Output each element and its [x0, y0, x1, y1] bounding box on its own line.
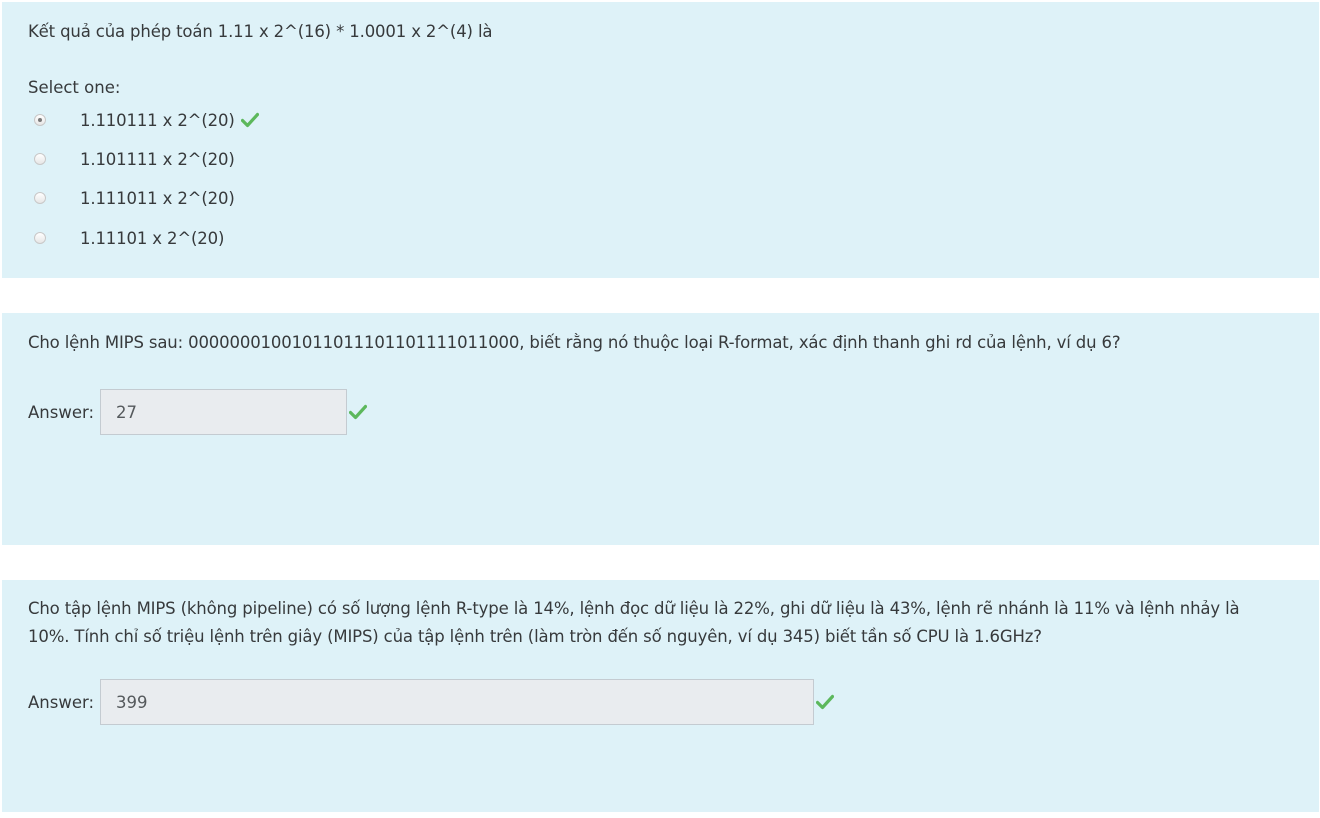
answer-row: Answer: [28, 679, 835, 725]
check-icon [816, 694, 835, 710]
option-3[interactable]: 1.111011 x 2^(20) [34, 184, 235, 212]
option-4[interactable]: 1.11101 x 2^(20) [34, 224, 224, 252]
radio-button-selected[interactable] [34, 114, 46, 126]
question-2-text: Cho lệnh MIPS sau: 000000010010110111011… [28, 333, 1121, 352]
option-2[interactable]: 1.101111 x 2^(20) [34, 145, 235, 173]
question-1: Kết quả của phép toán 1.11 x 2^(16) * 1.… [2, 2, 1319, 278]
answer-row: Answer: [28, 389, 368, 435]
select-one-label: Select one: [28, 78, 121, 97]
option-3-label[interactable]: 1.111011 x 2^(20) [80, 189, 235, 208]
answer-label: Answer: [28, 692, 95, 712]
answer-label: Answer: [28, 402, 95, 422]
radio-button[interactable] [34, 192, 46, 204]
option-1-label[interactable]: 1.110111 x 2^(20) [80, 111, 235, 130]
radio-button[interactable] [34, 232, 46, 244]
answer-input[interactable] [100, 679, 815, 725]
option-1[interactable]: 1.110111 x 2^(20) [34, 106, 259, 134]
check-icon [240, 112, 259, 128]
option-4-label[interactable]: 1.11101 x 2^(20) [80, 229, 224, 248]
question-2: Cho lệnh MIPS sau: 000000010010110111011… [2, 313, 1319, 545]
option-2-label[interactable]: 1.101111 x 2^(20) [80, 150, 235, 169]
radio-button[interactable] [34, 153, 46, 165]
check-icon [349, 404, 368, 420]
question-1-text: Kết quả của phép toán 1.11 x 2^(16) * 1.… [28, 22, 493, 41]
answer-input[interactable] [100, 389, 348, 435]
question-3-text: Cho tập lệnh MIPS (không pipeline) có số… [28, 599, 1240, 646]
question-3: Cho tập lệnh MIPS (không pipeline) có số… [2, 580, 1319, 812]
